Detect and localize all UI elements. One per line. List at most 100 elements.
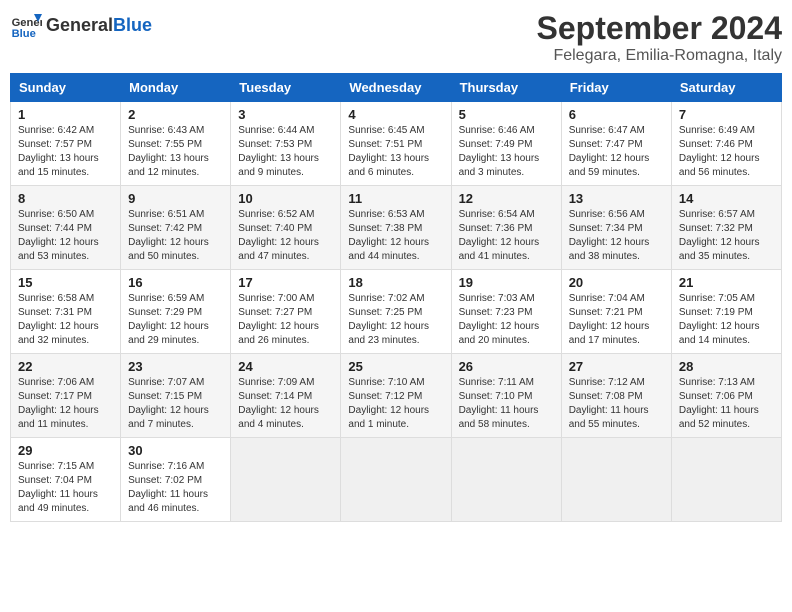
day-detail: Sunrise: 7:09 AM Sunset: 7:14 PM Dayligh…: [238, 376, 333, 432]
day-number: 3: [238, 107, 333, 122]
day-number: 1: [18, 107, 113, 122]
day-number: 29: [18, 443, 113, 458]
day-detail: Sunrise: 6:43 AM Sunset: 7:55 PM Dayligh…: [128, 124, 223, 180]
day-cell: 7 Sunrise: 6:49 AM Sunset: 7:46 PM Dayli…: [671, 102, 781, 186]
day-number: 5: [459, 107, 554, 122]
day-number: 19: [459, 275, 554, 290]
day-cell: 25 Sunrise: 7:10 AM Sunset: 7:12 PM Dayl…: [341, 354, 451, 438]
day-cell: 8 Sunrise: 6:50 AM Sunset: 7:44 PM Dayli…: [11, 186, 121, 270]
day-detail: Sunrise: 7:04 AM Sunset: 7:21 PM Dayligh…: [569, 292, 664, 348]
week-row-4: 22 Sunrise: 7:06 AM Sunset: 7:17 PM Dayl…: [11, 354, 782, 438]
logo: General Blue GeneralBlue: [10, 10, 152, 42]
day-number: 24: [238, 359, 333, 374]
day-detail: Sunrise: 7:10 AM Sunset: 7:12 PM Dayligh…: [348, 376, 443, 432]
day-cell: 20 Sunrise: 7:04 AM Sunset: 7:21 PM Dayl…: [561, 270, 671, 354]
day-number: 9: [128, 191, 223, 206]
logo-text: GeneralBlue: [46, 16, 152, 36]
day-number: 17: [238, 275, 333, 290]
day-detail: Sunrise: 6:46 AM Sunset: 7:49 PM Dayligh…: [459, 124, 554, 180]
day-cell: 4 Sunrise: 6:45 AM Sunset: 7:51 PM Dayli…: [341, 102, 451, 186]
day-detail: Sunrise: 6:50 AM Sunset: 7:44 PM Dayligh…: [18, 208, 113, 264]
day-number: 10: [238, 191, 333, 206]
header-day-tuesday: Tuesday: [231, 74, 341, 102]
day-cell: 9 Sunrise: 6:51 AM Sunset: 7:42 PM Dayli…: [121, 186, 231, 270]
day-detail: Sunrise: 6:52 AM Sunset: 7:40 PM Dayligh…: [238, 208, 333, 264]
day-number: 30: [128, 443, 223, 458]
header-day-wednesday: Wednesday: [341, 74, 451, 102]
day-cell: 10 Sunrise: 6:52 AM Sunset: 7:40 PM Dayl…: [231, 186, 341, 270]
day-cell: 27 Sunrise: 7:12 AM Sunset: 7:08 PM Dayl…: [561, 354, 671, 438]
day-cell: 13 Sunrise: 6:56 AM Sunset: 7:34 PM Dayl…: [561, 186, 671, 270]
day-detail: Sunrise: 6:56 AM Sunset: 7:34 PM Dayligh…: [569, 208, 664, 264]
title-area: September 2024 Felegara, Emilia-Romagna,…: [537, 10, 782, 65]
header-day-monday: Monday: [121, 74, 231, 102]
day-cell: 24 Sunrise: 7:09 AM Sunset: 7:14 PM Dayl…: [231, 354, 341, 438]
day-number: 6: [569, 107, 664, 122]
day-cell: 16 Sunrise: 6:59 AM Sunset: 7:29 PM Dayl…: [121, 270, 231, 354]
logo-icon: General Blue: [10, 10, 42, 42]
day-cell: 18 Sunrise: 7:02 AM Sunset: 7:25 PM Dayl…: [341, 270, 451, 354]
day-number: 12: [459, 191, 554, 206]
day-detail: Sunrise: 6:42 AM Sunset: 7:57 PM Dayligh…: [18, 124, 113, 180]
day-detail: Sunrise: 6:58 AM Sunset: 7:31 PM Dayligh…: [18, 292, 113, 348]
day-detail: Sunrise: 7:00 AM Sunset: 7:27 PM Dayligh…: [238, 292, 333, 348]
day-detail: Sunrise: 7:02 AM Sunset: 7:25 PM Dayligh…: [348, 292, 443, 348]
day-detail: Sunrise: 7:15 AM Sunset: 7:04 PM Dayligh…: [18, 460, 113, 516]
day-cell: 14 Sunrise: 6:57 AM Sunset: 7:32 PM Dayl…: [671, 186, 781, 270]
week-row-5: 29 Sunrise: 7:15 AM Sunset: 7:04 PM Dayl…: [11, 438, 782, 522]
week-row-3: 15 Sunrise: 6:58 AM Sunset: 7:31 PM Dayl…: [11, 270, 782, 354]
day-cell: 1 Sunrise: 6:42 AM Sunset: 7:57 PM Dayli…: [11, 102, 121, 186]
day-number: 7: [679, 107, 774, 122]
day-cell: 17 Sunrise: 7:00 AM Sunset: 7:27 PM Dayl…: [231, 270, 341, 354]
day-number: 8: [18, 191, 113, 206]
header-day-saturday: Saturday: [671, 74, 781, 102]
day-cell: 26 Sunrise: 7:11 AM Sunset: 7:10 PM Dayl…: [451, 354, 561, 438]
day-detail: Sunrise: 6:57 AM Sunset: 7:32 PM Dayligh…: [679, 208, 774, 264]
day-number: 18: [348, 275, 443, 290]
svg-text:Blue: Blue: [12, 28, 36, 40]
day-cell: [341, 438, 451, 522]
day-detail: Sunrise: 7:03 AM Sunset: 7:23 PM Dayligh…: [459, 292, 554, 348]
day-cell: 3 Sunrise: 6:44 AM Sunset: 7:53 PM Dayli…: [231, 102, 341, 186]
day-number: 16: [128, 275, 223, 290]
day-number: 27: [569, 359, 664, 374]
day-detail: Sunrise: 6:44 AM Sunset: 7:53 PM Dayligh…: [238, 124, 333, 180]
day-cell: 19 Sunrise: 7:03 AM Sunset: 7:23 PM Dayl…: [451, 270, 561, 354]
day-detail: Sunrise: 6:49 AM Sunset: 7:46 PM Dayligh…: [679, 124, 774, 180]
day-cell: 22 Sunrise: 7:06 AM Sunset: 7:17 PM Dayl…: [11, 354, 121, 438]
day-detail: Sunrise: 6:59 AM Sunset: 7:29 PM Dayligh…: [128, 292, 223, 348]
day-detail: Sunrise: 6:47 AM Sunset: 7:47 PM Dayligh…: [569, 124, 664, 180]
day-detail: Sunrise: 7:12 AM Sunset: 7:08 PM Dayligh…: [569, 376, 664, 432]
day-detail: Sunrise: 7:16 AM Sunset: 7:02 PM Dayligh…: [128, 460, 223, 516]
day-cell: 12 Sunrise: 6:54 AM Sunset: 7:36 PM Dayl…: [451, 186, 561, 270]
day-detail: Sunrise: 7:11 AM Sunset: 7:10 PM Dayligh…: [459, 376, 554, 432]
day-cell: 11 Sunrise: 6:53 AM Sunset: 7:38 PM Dayl…: [341, 186, 451, 270]
day-number: 14: [679, 191, 774, 206]
day-number: 15: [18, 275, 113, 290]
day-detail: Sunrise: 7:07 AM Sunset: 7:15 PM Dayligh…: [128, 376, 223, 432]
day-detail: Sunrise: 6:51 AM Sunset: 7:42 PM Dayligh…: [128, 208, 223, 264]
day-cell: 29 Sunrise: 7:15 AM Sunset: 7:04 PM Dayl…: [11, 438, 121, 522]
day-number: 4: [348, 107, 443, 122]
day-cell: 2 Sunrise: 6:43 AM Sunset: 7:55 PM Dayli…: [121, 102, 231, 186]
day-cell: 6 Sunrise: 6:47 AM Sunset: 7:47 PM Dayli…: [561, 102, 671, 186]
day-number: 2: [128, 107, 223, 122]
day-cell: 15 Sunrise: 6:58 AM Sunset: 7:31 PM Dayl…: [11, 270, 121, 354]
day-number: 11: [348, 191, 443, 206]
day-detail: Sunrise: 7:05 AM Sunset: 7:19 PM Dayligh…: [679, 292, 774, 348]
day-number: 28: [679, 359, 774, 374]
day-cell: 28 Sunrise: 7:13 AM Sunset: 7:06 PM Dayl…: [671, 354, 781, 438]
day-detail: Sunrise: 6:45 AM Sunset: 7:51 PM Dayligh…: [348, 124, 443, 180]
day-cell: [231, 438, 341, 522]
location-title: Felegara, Emilia-Romagna, Italy: [537, 47, 782, 65]
week-row-2: 8 Sunrise: 6:50 AM Sunset: 7:44 PM Dayli…: [11, 186, 782, 270]
day-detail: Sunrise: 7:06 AM Sunset: 7:17 PM Dayligh…: [18, 376, 113, 432]
header-day-friday: Friday: [561, 74, 671, 102]
day-detail: Sunrise: 6:53 AM Sunset: 7:38 PM Dayligh…: [348, 208, 443, 264]
day-cell: 30 Sunrise: 7:16 AM Sunset: 7:02 PM Dayl…: [121, 438, 231, 522]
day-detail: Sunrise: 7:13 AM Sunset: 7:06 PM Dayligh…: [679, 376, 774, 432]
day-cell: [451, 438, 561, 522]
day-number: 23: [128, 359, 223, 374]
header-day-sunday: Sunday: [11, 74, 121, 102]
day-cell: [671, 438, 781, 522]
